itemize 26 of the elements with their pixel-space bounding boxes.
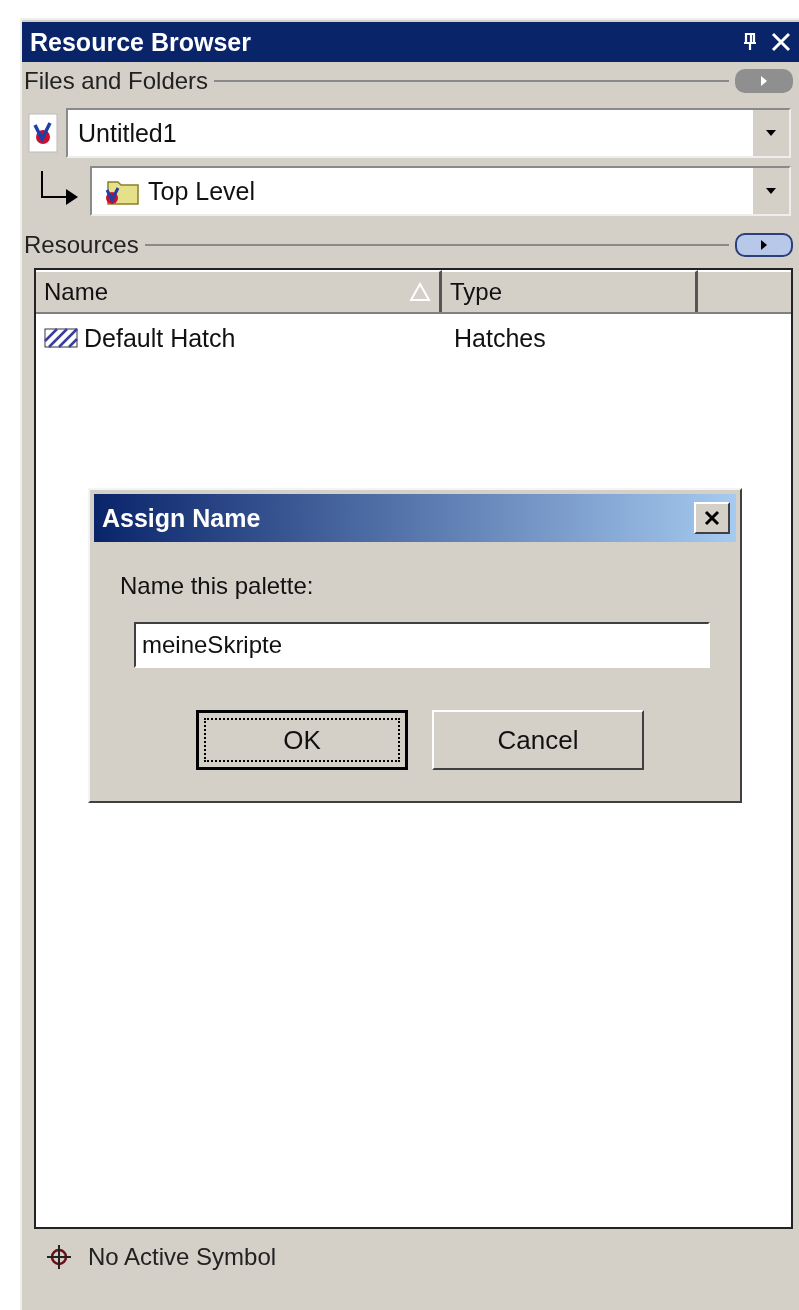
column-header[interactable]: Name xyxy=(36,270,442,312)
hatch-icon xyxy=(44,328,78,348)
column-header[interactable]: Type xyxy=(442,270,698,312)
header-label: Name xyxy=(44,278,109,306)
field-value: Top Level xyxy=(148,176,256,206)
dialog-button[interactable]: OK xyxy=(196,710,408,770)
expand-button[interactable] xyxy=(735,233,793,257)
pin-icon[interactable] xyxy=(743,33,757,51)
dialog-title: Assign Name xyxy=(102,503,261,533)
crosshair-icon xyxy=(46,1244,72,1270)
document-icon xyxy=(28,113,58,153)
panel-title: Resource Browser xyxy=(30,27,251,57)
close-icon[interactable] xyxy=(694,502,730,534)
field-label: Name this palette: xyxy=(120,572,315,600)
caret-icon xyxy=(760,239,768,251)
section-label: Files and Folders xyxy=(24,67,209,95)
header-label: Type xyxy=(450,278,503,306)
resource-name[interactable]: Default Hatch xyxy=(84,323,236,353)
name-input-field[interactable]: meineSkripte xyxy=(134,622,710,668)
field-value: Untitled1 xyxy=(78,118,177,148)
dialog-button[interactable]: Cancel xyxy=(432,710,644,770)
section-label: Resources xyxy=(24,231,139,259)
status-text: No Active Symbol xyxy=(88,1243,277,1271)
resource-type: Hatches xyxy=(453,323,546,353)
caret-icon xyxy=(760,75,768,87)
close-icon[interactable] xyxy=(771,32,791,52)
